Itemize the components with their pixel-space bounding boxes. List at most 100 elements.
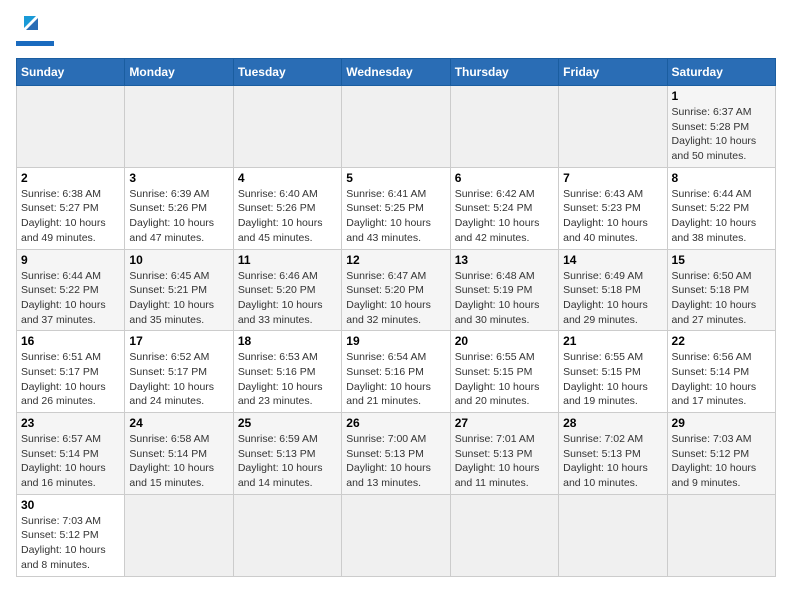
calendar-body: 1 Sunrise: 6:37 AM Sunset: 5:28 PM Daylig… (17, 86, 776, 577)
calendar-cell: 1 Sunrise: 6:37 AM Sunset: 5:28 PM Daylig… (667, 86, 775, 168)
calendar-cell (450, 494, 558, 576)
day-info: Sunrise: 7:01 AM Sunset: 5:13 PM Dayligh… (455, 432, 554, 491)
calendar-cell (17, 86, 125, 168)
day-info: Sunrise: 7:02 AM Sunset: 5:13 PM Dayligh… (563, 432, 662, 491)
day-number: 8 (672, 171, 771, 185)
day-info: Sunrise: 6:58 AM Sunset: 5:14 PM Dayligh… (129, 432, 228, 491)
day-info: Sunrise: 6:37 AM Sunset: 5:28 PM Dayligh… (672, 105, 771, 164)
calendar-table: SundayMondayTuesdayWednesdayThursdayFrid… (16, 58, 776, 577)
day-number: 27 (455, 416, 554, 430)
day-number: 16 (21, 334, 120, 348)
day-info: Sunrise: 6:50 AM Sunset: 5:18 PM Dayligh… (672, 269, 771, 328)
day-info: Sunrise: 6:45 AM Sunset: 5:21 PM Dayligh… (129, 269, 228, 328)
day-number: 11 (238, 253, 337, 267)
calendar-cell: 8Sunrise: 6:44 AM Sunset: 5:22 PM Daylig… (667, 167, 775, 249)
day-number: 13 (455, 253, 554, 267)
day-info: Sunrise: 6:48 AM Sunset: 5:19 PM Dayligh… (455, 269, 554, 328)
day-info: Sunrise: 6:44 AM Sunset: 5:22 PM Dayligh… (21, 269, 120, 328)
calendar-cell (342, 86, 450, 168)
day-info: Sunrise: 6:59 AM Sunset: 5:13 PM Dayligh… (238, 432, 337, 491)
calendar-cell: 9Sunrise: 6:44 AM Sunset: 5:22 PM Daylig… (17, 249, 125, 331)
calendar-cell: 13 Sunrise: 6:48 AM Sunset: 5:19 PM Dayli… (450, 249, 558, 331)
page-header (16, 16, 776, 46)
calendar-cell: 4 Sunrise: 6:40 AM Sunset: 5:26 PM Daylig… (233, 167, 341, 249)
calendar-cell: 21Sunrise: 6:55 AM Sunset: 5:15 PM Dayli… (559, 331, 667, 413)
calendar-cell: 7Sunrise: 6:43 AM Sunset: 5:23 PM Daylig… (559, 167, 667, 249)
calendar-cell: 23Sunrise: 6:57 AM Sunset: 5:14 PM Dayli… (17, 413, 125, 495)
day-info: Sunrise: 7:00 AM Sunset: 5:13 PM Dayligh… (346, 432, 445, 491)
calendar-cell (559, 86, 667, 168)
calendar-cell (667, 494, 775, 576)
day-number: 14 (563, 253, 662, 267)
weekday-header-monday: Monday (125, 59, 233, 86)
day-info: Sunrise: 6:49 AM Sunset: 5:18 PM Dayligh… (563, 269, 662, 328)
weekday-header-thursday: Thursday (450, 59, 558, 86)
day-info: Sunrise: 6:57 AM Sunset: 5:14 PM Dayligh… (21, 432, 120, 491)
day-info: Sunrise: 6:40 AM Sunset: 5:26 PM Dayligh… (238, 187, 337, 246)
calendar-cell: 15Sunrise: 6:50 AM Sunset: 5:18 PM Dayli… (667, 249, 775, 331)
day-info: Sunrise: 6:56 AM Sunset: 5:14 PM Dayligh… (672, 350, 771, 409)
day-number: 28 (563, 416, 662, 430)
calendar-week-5: 30Sunrise: 7:03 AM Sunset: 5:12 PM Dayli… (17, 494, 776, 576)
calendar-week-4: 23Sunrise: 6:57 AM Sunset: 5:14 PM Dayli… (17, 413, 776, 495)
day-info: Sunrise: 6:43 AM Sunset: 5:23 PM Dayligh… (563, 187, 662, 246)
calendar-cell (125, 494, 233, 576)
calendar-cell: 30Sunrise: 7:03 AM Sunset: 5:12 PM Dayli… (17, 494, 125, 576)
calendar-cell: 29 Sunrise: 7:03 AM Sunset: 5:12 PM Dayli… (667, 413, 775, 495)
calendar-cell: 27 Sunrise: 7:01 AM Sunset: 5:13 PM Dayli… (450, 413, 558, 495)
calendar-cell (450, 86, 558, 168)
calendar-cell: 18 Sunrise: 6:53 AM Sunset: 5:16 PM Dayli… (233, 331, 341, 413)
day-info: Sunrise: 6:42 AM Sunset: 5:24 PM Dayligh… (455, 187, 554, 246)
calendar-cell (233, 86, 341, 168)
calendar-cell: 14 Sunrise: 6:49 AM Sunset: 5:18 PM Dayli… (559, 249, 667, 331)
weekday-header-sunday: Sunday (17, 59, 125, 86)
logo (16, 16, 54, 46)
day-info: Sunrise: 6:53 AM Sunset: 5:16 PM Dayligh… (238, 350, 337, 409)
day-info: Sunrise: 6:46 AM Sunset: 5:20 PM Dayligh… (238, 269, 337, 328)
calendar-week-2: 9Sunrise: 6:44 AM Sunset: 5:22 PM Daylig… (17, 249, 776, 331)
calendar-cell: 5 Sunrise: 6:41 AM Sunset: 5:25 PM Daylig… (342, 167, 450, 249)
calendar-cell: 24 Sunrise: 6:58 AM Sunset: 5:14 PM Dayli… (125, 413, 233, 495)
day-info: Sunrise: 6:47 AM Sunset: 5:20 PM Dayligh… (346, 269, 445, 328)
day-number: 26 (346, 416, 445, 430)
calendar-cell: 28 Sunrise: 7:02 AM Sunset: 5:13 PM Dayli… (559, 413, 667, 495)
calendar-cell: 2Sunrise: 6:38 AM Sunset: 5:27 PM Daylig… (17, 167, 125, 249)
day-number: 18 (238, 334, 337, 348)
weekday-header-wednesday: Wednesday (342, 59, 450, 86)
day-info: Sunrise: 6:41 AM Sunset: 5:25 PM Dayligh… (346, 187, 445, 246)
calendar-header: SundayMondayTuesdayWednesdayThursdayFrid… (17, 59, 776, 86)
calendar-week-1: 2Sunrise: 6:38 AM Sunset: 5:27 PM Daylig… (17, 167, 776, 249)
weekday-header-saturday: Saturday (667, 59, 775, 86)
day-number: 19 (346, 334, 445, 348)
calendar-cell (342, 494, 450, 576)
calendar-cell (233, 494, 341, 576)
day-info: Sunrise: 6:55 AM Sunset: 5:15 PM Dayligh… (455, 350, 554, 409)
calendar-cell (559, 494, 667, 576)
calendar-cell: 17Sunrise: 6:52 AM Sunset: 5:17 PM Dayli… (125, 331, 233, 413)
day-number: 5 (346, 171, 445, 185)
logo-bar (16, 41, 54, 46)
calendar-cell: 25Sunrise: 6:59 AM Sunset: 5:13 PM Dayli… (233, 413, 341, 495)
calendar-cell: 22 Sunrise: 6:56 AM Sunset: 5:14 PM Dayli… (667, 331, 775, 413)
calendar-cell: 19 Sunrise: 6:54 AM Sunset: 5:16 PM Dayli… (342, 331, 450, 413)
calendar-cell: 12 Sunrise: 6:47 AM Sunset: 5:20 PM Dayli… (342, 249, 450, 331)
day-number: 6 (455, 171, 554, 185)
day-number: 21 (563, 334, 662, 348)
day-number: 29 (672, 416, 771, 430)
calendar-cell: 10Sunrise: 6:45 AM Sunset: 5:21 PM Dayli… (125, 249, 233, 331)
weekday-header-tuesday: Tuesday (233, 59, 341, 86)
day-number: 22 (672, 334, 771, 348)
day-info: Sunrise: 7:03 AM Sunset: 5:12 PM Dayligh… (672, 432, 771, 491)
day-info: Sunrise: 6:52 AM Sunset: 5:17 PM Dayligh… (129, 350, 228, 409)
day-number: 4 (238, 171, 337, 185)
calendar-cell: 20Sunrise: 6:55 AM Sunset: 5:15 PM Dayli… (450, 331, 558, 413)
day-number: 1 (672, 89, 771, 103)
day-number: 12 (346, 253, 445, 267)
day-info: Sunrise: 6:38 AM Sunset: 5:27 PM Dayligh… (21, 187, 120, 246)
calendar-cell: 26 Sunrise: 7:00 AM Sunset: 5:13 PM Dayli… (342, 413, 450, 495)
day-number: 30 (21, 498, 120, 512)
day-info: Sunrise: 6:51 AM Sunset: 5:17 PM Dayligh… (21, 350, 120, 409)
day-number: 24 (129, 416, 228, 430)
calendar-cell: 3Sunrise: 6:39 AM Sunset: 5:26 PM Daylig… (125, 167, 233, 249)
day-info: Sunrise: 6:54 AM Sunset: 5:16 PM Dayligh… (346, 350, 445, 409)
